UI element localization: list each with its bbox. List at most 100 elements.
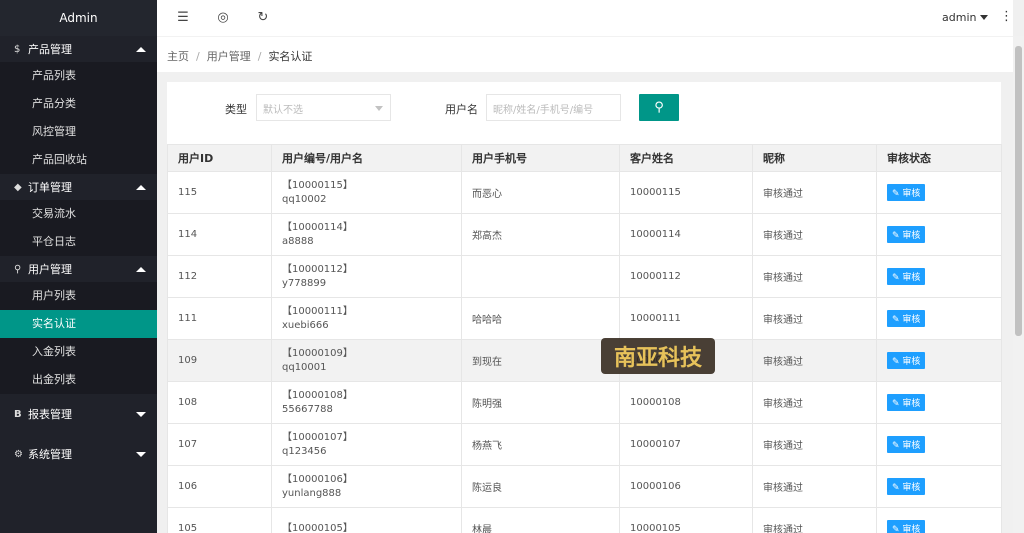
user-code: 【10000107】: [282, 431, 353, 443]
user-name: admin: [942, 11, 977, 24]
table-row[interactable]: 108 【10000108】 55667788 陈明强 10000108 审核通过 ✎ 审核: [167, 381, 1002, 424]
user-code: 【10000114】: [282, 221, 353, 233]
caret-up-icon: [136, 185, 146, 190]
cell-user-code: 【10000105】: [271, 507, 462, 533]
table-row[interactable]: 106 【10000106】 yunlang888 陈运良 10000106 审核通过 ✎ …: [167, 465, 1002, 508]
menu-toggle-icon[interactable]: ☰: [176, 11, 190, 25]
user-name: qq10002: [282, 193, 327, 205]
nav-submenu: 交易流水 平仓日志: [0, 200, 157, 256]
nav-item-verification[interactable]: 实名认证: [0, 310, 157, 338]
cell-customer-name: 10000105: [619, 507, 753, 533]
cell-user-code: 【10000106】 yunlang888: [271, 465, 462, 508]
cell-status: ✎ 审核: [876, 297, 1002, 340]
search-form: 类型 默认不选 用户名 昵称/姓名/手机号/编号 ⚲: [167, 82, 1001, 144]
cell-nickname: 审核通过: [752, 213, 877, 256]
table-row[interactable]: 115 【10000115】 qq10002 而恶心 10000115 审核通过 ✎ 审核: [167, 171, 1002, 214]
cell-nickname: 审核通过: [752, 381, 877, 424]
type-select-value: 默认不选: [263, 105, 303, 116]
cell-customer-name: 10000115: [619, 171, 753, 214]
table-row[interactable]: 111 【10000111】 xuebi666 哈哈哈 10000111 审核通过 ✎ 审核: [167, 297, 1002, 340]
type-select[interactable]: 默认不选: [256, 94, 391, 121]
review-button[interactable]: ✎ 审核: [887, 478, 926, 495]
table-row[interactable]: 105 【10000105】 林晨 10000105 审核通过 ✎ 审核: [167, 507, 1002, 533]
cell-status: ✎ 审核: [876, 213, 1002, 256]
review-button[interactable]: ✎ 审核: [887, 310, 926, 327]
review-button[interactable]: ✎ 审核: [887, 394, 926, 411]
cell-phone: 哈哈哈: [461, 297, 620, 340]
search-button[interactable]: ⚲: [639, 94, 679, 121]
cell-status: ✎ 审核: [876, 381, 1002, 424]
user-name: yunlang888: [282, 487, 342, 499]
cell-phone: 杨燕飞: [461, 423, 620, 466]
cell-status: ✎ 审核: [876, 255, 1002, 298]
layers-icon: ◆: [14, 181, 22, 193]
nav-item-product-list[interactable]: 产品列表: [0, 62, 157, 90]
top-header: ☰ ◎ ↻ admin ⋮: [157, 0, 1013, 36]
nav-item-transactions[interactable]: 交易流水: [0, 200, 157, 228]
user-menu[interactable]: admin: [942, 11, 989, 24]
content-card: 类型 默认不选 用户名 昵称/姓名/手机号/编号 ⚲ 用户ID 用户编号/用户名…: [167, 82, 1002, 533]
table-row[interactable]: 114 【10000114】 a8888 郑高杰 10000114 审核通过 ✎ 审核: [167, 213, 1002, 256]
cell-user-code: 【10000109】 qq10001: [271, 339, 462, 382]
nav-item-deposits[interactable]: 入金列表: [0, 338, 157, 366]
col-header-nickname[interactable]: 昵称: [752, 144, 877, 172]
breadcrumb-parent[interactable]: 用户管理: [207, 50, 251, 63]
breadcrumb-current: 实名认证: [268, 50, 313, 63]
globe-icon[interactable]: ◎: [216, 11, 230, 25]
cell-nickname: 审核通过: [752, 465, 877, 508]
username-label: 用户名: [445, 103, 478, 116]
nav-item-product-category[interactable]: 产品分类: [0, 90, 157, 118]
col-header-user-id[interactable]: 用户ID: [167, 144, 272, 172]
review-button[interactable]: ✎ 审核: [887, 226, 926, 243]
table-row[interactable]: 107 【10000107】 q123456 杨燕飞 10000107 审核通过 ✎ 审核: [167, 423, 1002, 466]
cell-nickname: 审核通过: [752, 171, 877, 214]
watermark-logo: 南亚科技: [601, 338, 715, 374]
nav-item-risk-control[interactable]: 风控管理: [0, 118, 157, 146]
table-row[interactable]: 112 【10000112】 y778899 10000112 审核通过 ✎ 审核: [167, 255, 1002, 298]
col-header-customer-name[interactable]: 客户姓名: [619, 144, 753, 172]
nav-item-close-log[interactable]: 平仓日志: [0, 228, 157, 256]
col-header-phone[interactable]: 用户手机号: [461, 144, 620, 172]
search-input[interactable]: 昵称/姓名/手机号/编号: [486, 94, 621, 121]
caret-down-icon: [136, 452, 146, 457]
cell-status: ✎ 审核: [876, 171, 1002, 214]
user-code: 【10000111】: [282, 305, 353, 317]
review-button[interactable]: ✎ 审核: [887, 436, 926, 453]
user-name: a8888: [282, 235, 314, 247]
nav-group-users[interactable]: ⚲ 用户管理: [0, 256, 157, 282]
nav-group-label: 报表管理: [28, 408, 72, 421]
nav-group-system[interactable]: ⚙ 系统管理: [0, 434, 157, 474]
review-button[interactable]: ✎ 审核: [887, 352, 926, 369]
nav-group-reports[interactable]: B 报表管理: [0, 394, 157, 434]
col-header-user-code[interactable]: 用户编号/用户名: [271, 144, 462, 172]
page-scrollbar[interactable]: [1013, 36, 1024, 533]
scrollbar-thumb[interactable]: [1015, 46, 1022, 336]
breadcrumb-home[interactable]: 主页: [167, 50, 189, 63]
nav-item-withdrawals[interactable]: 出金列表: [0, 366, 157, 394]
cell-nickname: 审核通过: [752, 423, 877, 466]
cell-phone: 陈运良: [461, 465, 620, 508]
review-button[interactable]: ✎ 审核: [887, 520, 926, 533]
col-header-status[interactable]: 审核状态: [876, 144, 1002, 172]
sidebar: Admin $ 产品管理 产品列表 产品分类 风控管理 产品回收站 ◆ 订单管理…: [0, 0, 157, 533]
breadcrumb: 主页 / 用户管理 / 实名认证: [157, 36, 1013, 72]
cell-phone: 陈明强: [461, 381, 620, 424]
breadcrumb-separator: /: [257, 50, 262, 63]
nav-item-user-list[interactable]: 用户列表: [0, 282, 157, 310]
review-button[interactable]: ✎ 审核: [887, 184, 926, 201]
refresh-icon[interactable]: ↻: [256, 11, 270, 25]
watermark-text: 南亚科技: [614, 345, 703, 371]
nav-group-products[interactable]: $ 产品管理: [0, 36, 157, 62]
search-icon: ⚲: [654, 100, 664, 115]
nav-group-label: 订单管理: [28, 181, 72, 194]
nav-group-label: 用户管理: [28, 263, 72, 276]
table-row[interactable]: 109【10000109】qq10001到现在10000109审核通过✎ 审核: [167, 339, 1002, 382]
cell-user-code: 【10000112】 y778899: [271, 255, 462, 298]
cell-nickname: 审核通过: [752, 339, 877, 382]
cell-phone: 林晨: [461, 507, 620, 533]
nav-item-product-recycle[interactable]: 产品回收站: [0, 146, 157, 174]
more-icon[interactable]: ⋮: [1000, 9, 1013, 24]
cell-customer-name: 10000114: [619, 213, 753, 256]
nav-group-orders[interactable]: ◆ 订单管理: [0, 174, 157, 200]
review-button[interactable]: ✎ 审核: [887, 268, 926, 285]
